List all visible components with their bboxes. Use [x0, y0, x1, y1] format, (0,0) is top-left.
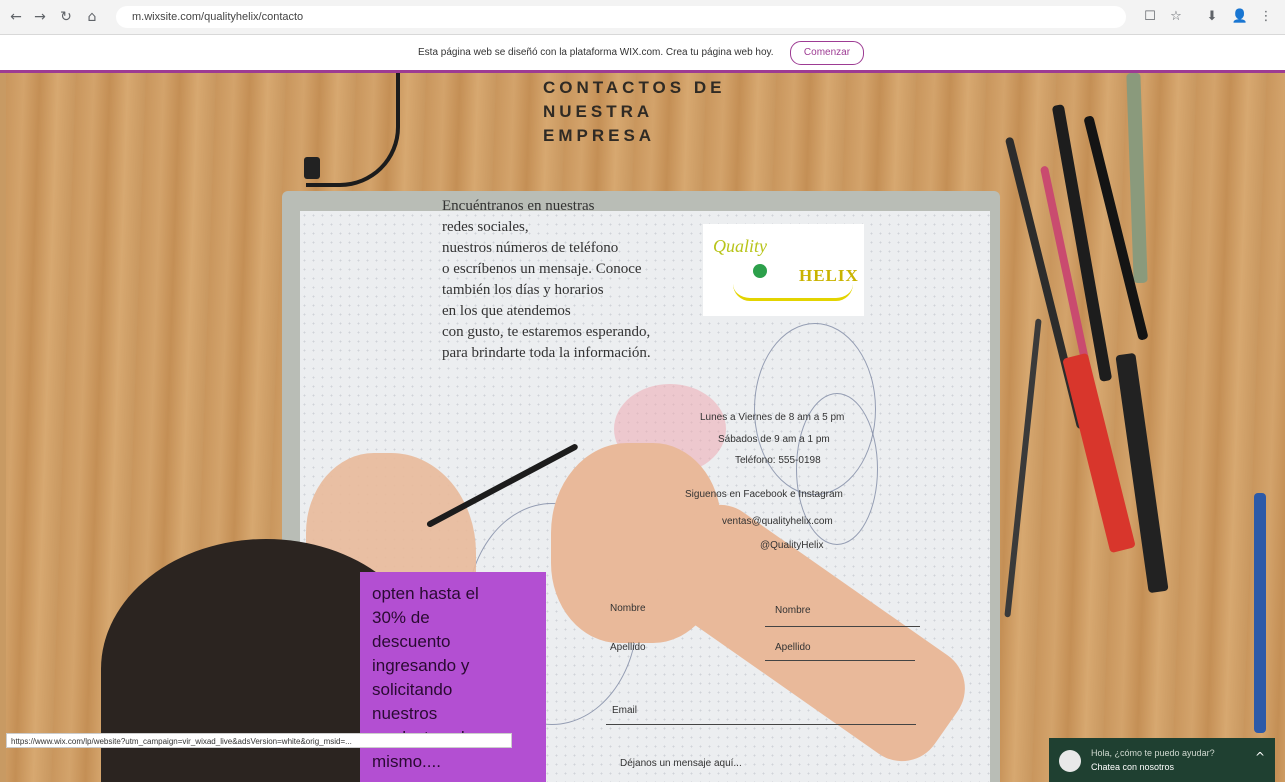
cable-decoration — [306, 73, 400, 187]
name-field-underline — [765, 626, 920, 627]
intro-line: redes sociales, — [442, 219, 529, 235]
chat-subtitle: Chatea con nosotros — [1091, 762, 1175, 772]
page-title-line: NUESTRA — [543, 102, 654, 121]
contact-handle: @QualityHelix — [760, 540, 824, 551]
chat-title: Hola, ¿cómo te puedo ayudar? — [1091, 748, 1215, 758]
lastname-field[interactable]: Apellido — [775, 642, 811, 653]
promo-line: opten hasta el — [372, 584, 479, 603]
contact-hours-weekday: Lunes a Viernes de 8 am a 5 pm — [700, 412, 845, 423]
pencil-decoration — [1004, 318, 1042, 618]
promo-line: ingresando y — [372, 656, 470, 675]
wix-banner: Esta página web se diseñó con la platafo… — [0, 35, 1285, 73]
download-icon[interactable]: ⬇ — [1202, 7, 1222, 27]
browser-toolbar: ← → ↻ ⌂ m.wixsite.com/qualityhelix/conta… — [0, 0, 1285, 35]
address-bar[interactable]: m.wixsite.com/qualityhelix/contacto — [116, 6, 1126, 28]
promo-line: mismo.... — [372, 752, 441, 771]
intro-line: nuestros números de teléfono — [442, 240, 619, 256]
pencil-decoration — [1126, 73, 1148, 284]
logo-text-helix: HELIX — [799, 266, 859, 285]
pen-decoration — [1254, 493, 1266, 733]
lastname-field-label: Apellido — [610, 642, 646, 653]
promo-line: solicitando — [372, 680, 453, 699]
intro-line: en los que atendemos — [442, 303, 571, 319]
name-field[interactable]: Nombre — [775, 605, 811, 616]
wix-banner-message: Esta página web se diseñó con la platafo… — [418, 47, 774, 58]
background-scene — [6, 73, 1285, 782]
promo-line: descuento — [372, 632, 451, 651]
intro-line: también los días y horarios — [442, 282, 604, 298]
bookmark-star-icon[interactable]: ☆ — [1166, 7, 1186, 27]
intro-line: o escríbenos un mensaje. Conoce — [442, 261, 642, 277]
promo-line: 30% de — [372, 608, 430, 627]
page-title: CONTACTOS DE NUESTRA EMPRESA — [543, 76, 725, 148]
menu-icon[interactable]: ⋮ — [1256, 7, 1276, 27]
wix-banner-cta-button[interactable]: Comenzar — [790, 41, 864, 65]
message-field[interactable]: Déjanos un mensaje aquí... — [620, 758, 742, 769]
forward-icon[interactable]: → — [30, 7, 50, 27]
email-field[interactable]: Email — [612, 705, 637, 716]
contact-hours-saturday: Sábados de 9 am a 1 pm — [718, 434, 830, 445]
chat-avatar-icon — [1059, 750, 1081, 772]
contact-phone: Teléfono: 555-0198 — [735, 455, 821, 466]
company-logo[interactable]: Quality HELIX — [703, 224, 864, 316]
lastname-field-underline — [765, 660, 915, 661]
logo-text-quality: Quality — [713, 236, 767, 256]
chat-widget[interactable]: Hola, ¿cómo te puedo ayudar? Chatea con … — [1049, 738, 1275, 782]
contact-social: Siguenos en Facebook e Instagram — [685, 489, 843, 500]
profile-icon[interactable]: 👤 — [1230, 7, 1250, 27]
home-icon[interactable]: ⌂ — [82, 7, 102, 27]
logo-swoosh — [733, 284, 853, 301]
promo-line: nuestros — [372, 704, 438, 723]
globe-icon — [753, 264, 767, 278]
page-title-line: CONTACTOS DE — [543, 78, 726, 97]
intro-line: Encuéntranos en nuestras — [442, 198, 595, 214]
tab-search-icon[interactable]: ☐ — [1140, 7, 1160, 27]
reload-icon[interactable]: ↻ — [56, 7, 76, 27]
back-icon[interactable]: ← — [6, 7, 26, 27]
intro-line: para brindarte toda la información. — [442, 345, 651, 361]
link-status-bar: https://www.wix.com/lp/website?utm_campa… — [6, 733, 512, 748]
intro-paragraph: Encuéntranos en nuestras redes sociales,… — [442, 196, 682, 364]
promo-box[interactable]: opten hasta el 30% de descuento ingresan… — [360, 572, 546, 782]
contact-email[interactable]: ventas@qualityhelix.com — [722, 516, 833, 527]
cable-plug-decoration — [304, 157, 320, 179]
intro-line: con gusto, te estaremos esperando, — [442, 324, 651, 340]
chevron-up-icon[interactable]: ^ — [1255, 750, 1265, 764]
name-field-label: Nombre — [610, 603, 646, 614]
marker-decoration — [1115, 352, 1169, 594]
page-title-line: EMPRESA — [543, 126, 656, 145]
email-field-underline — [606, 724, 916, 725]
